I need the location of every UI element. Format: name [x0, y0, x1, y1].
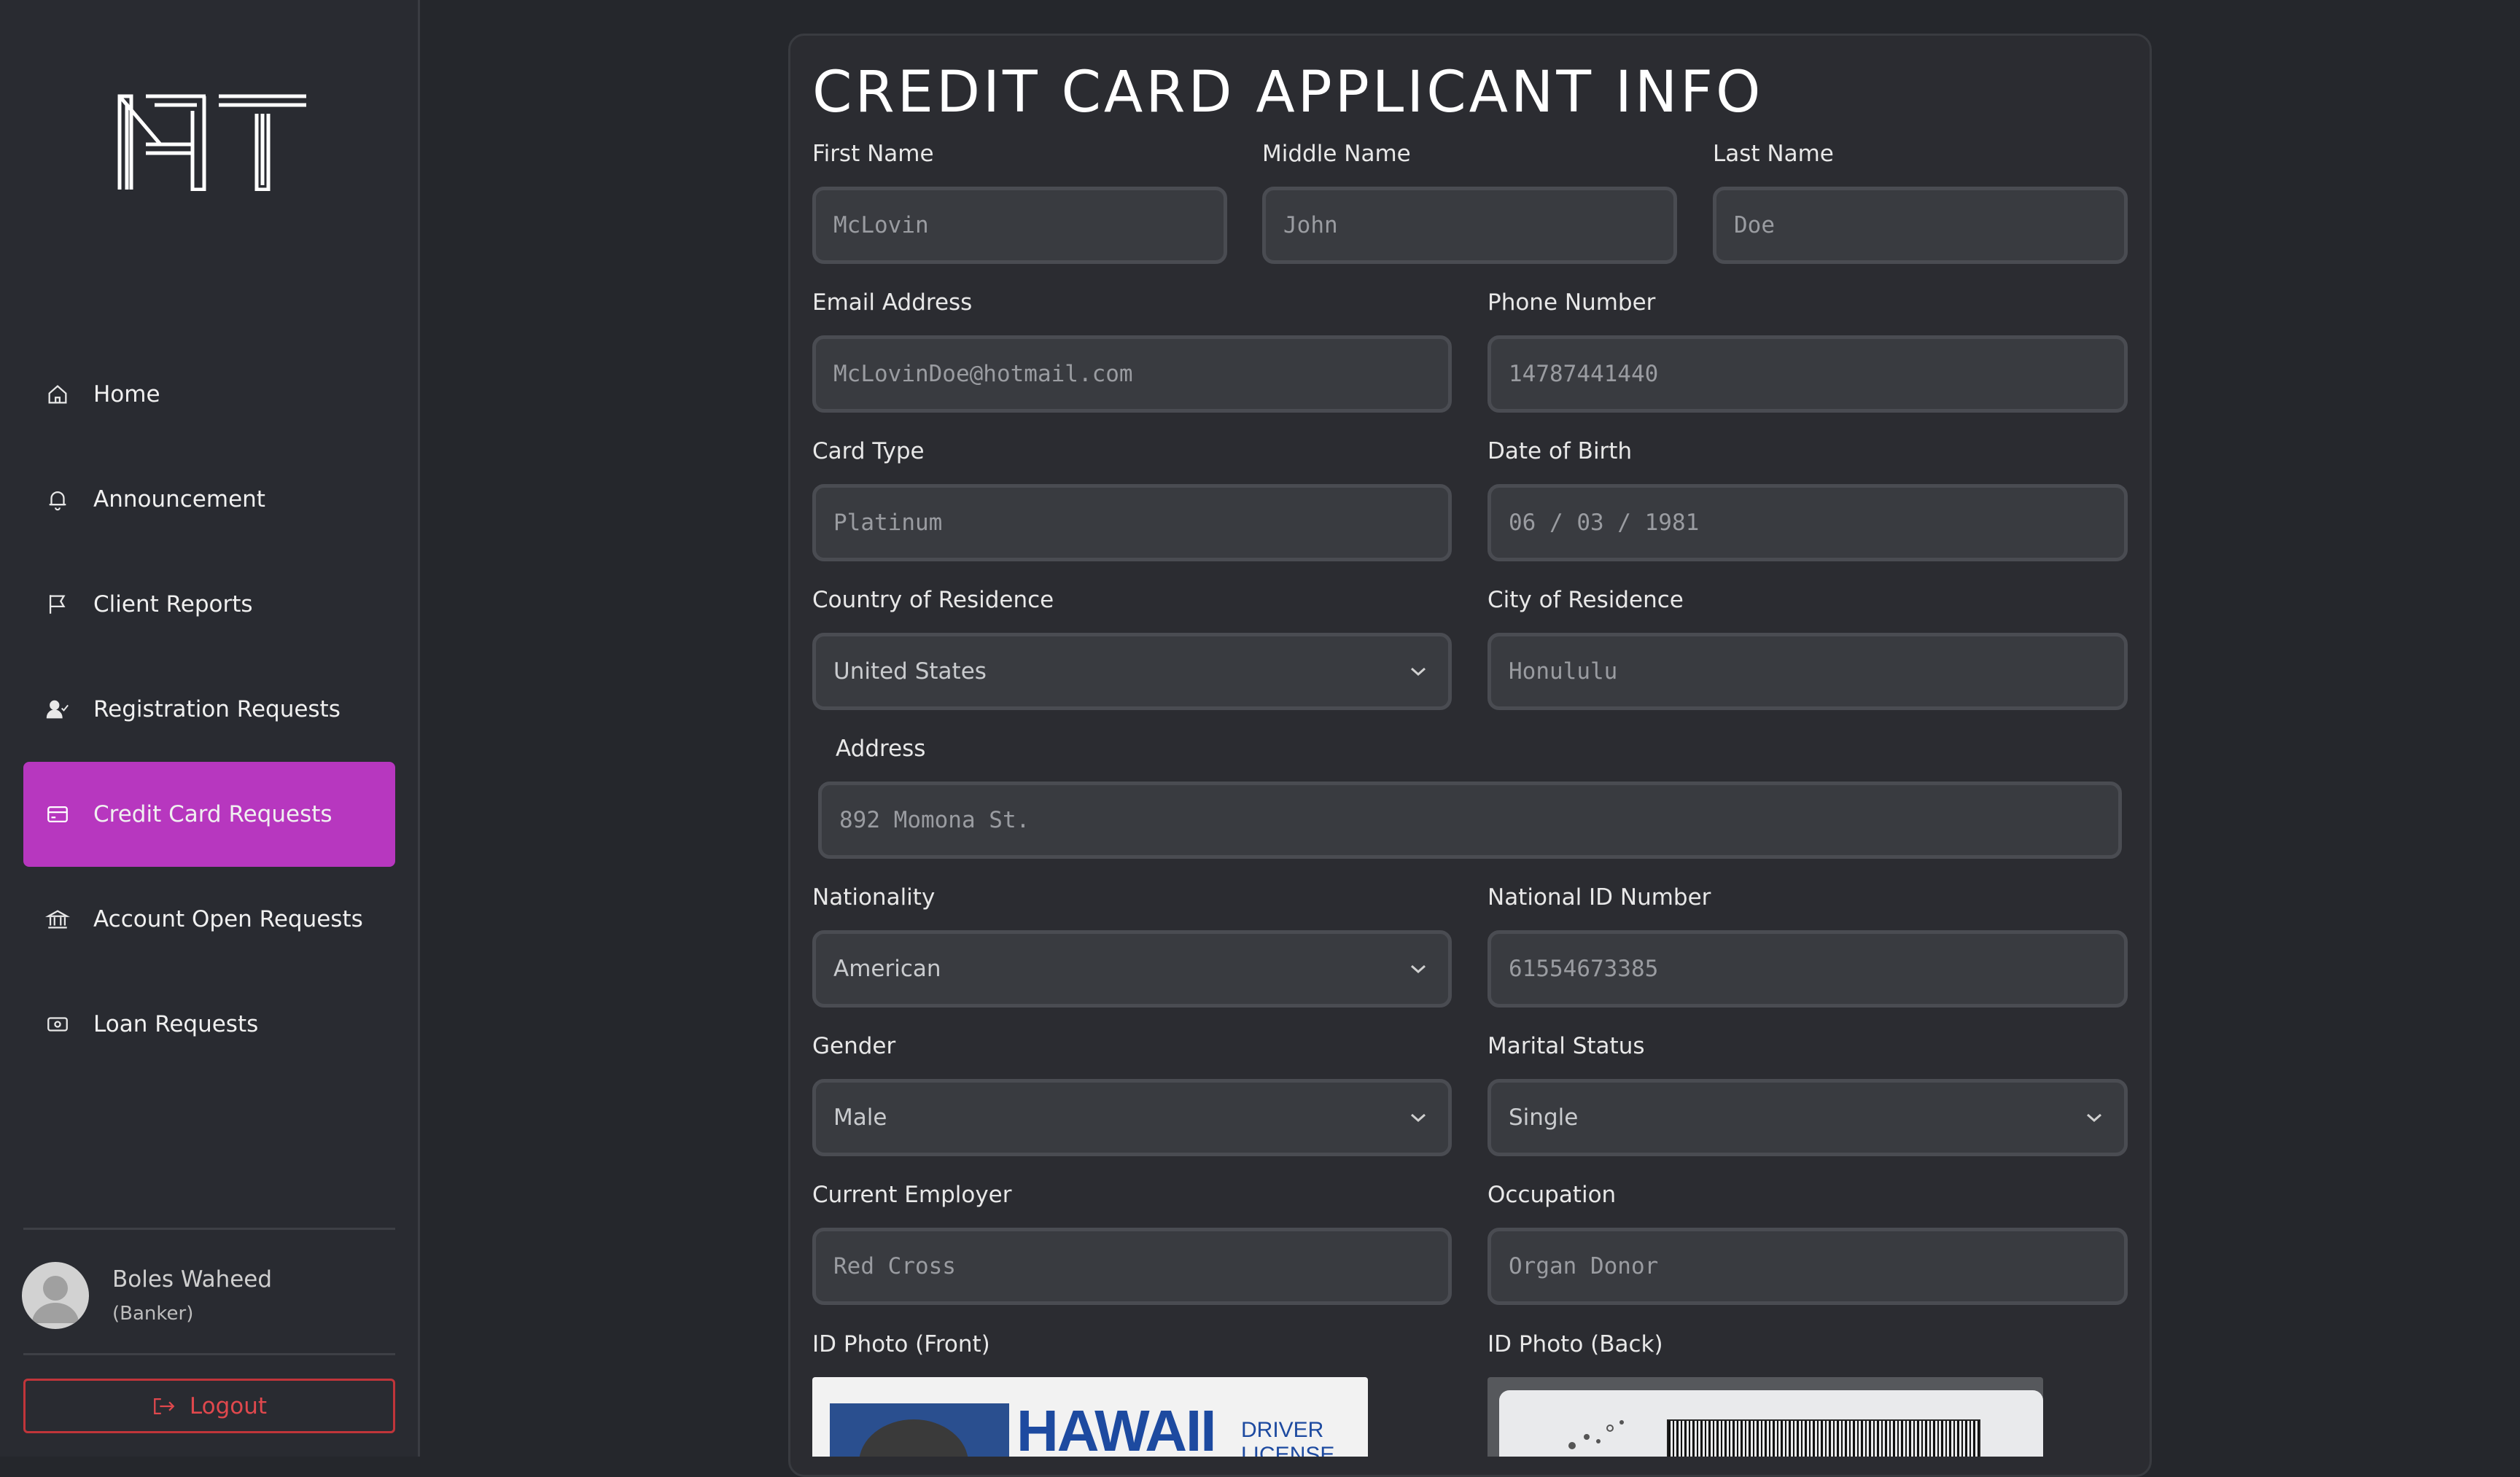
last-name-label: Last Name — [1713, 141, 1834, 167]
logout-icon — [154, 1398, 175, 1414]
email-label: Email Address — [812, 289, 973, 316]
nav-announcement[interactable]: Announcement — [23, 447, 395, 552]
last-name-input[interactable]: Doe — [1713, 187, 2128, 264]
phone-input[interactable]: 14787441440 — [1488, 335, 2128, 413]
user-role: (Banker) — [112, 1303, 194, 1325]
id-front-state: HAWAII — [1016, 1398, 1216, 1457]
nav-registration-requests[interactable]: Registration Requests — [23, 657, 395, 762]
middle-name-label: Middle Name — [1262, 141, 1411, 167]
page-title: CREDIT CARD APPLICANT INFO — [812, 60, 1764, 125]
bank-icon — [45, 907, 70, 932]
email-input[interactable]: McLovinDoe@hotmail.com — [812, 335, 1452, 413]
id-back-label: ID Photo (Back) — [1488, 1331, 1663, 1357]
logout-button[interactable]: Logout — [23, 1379, 395, 1433]
logout-label: Logout — [189, 1392, 268, 1419]
nav-account-open-requests[interactable]: Account Open Requests — [23, 867, 395, 972]
nav-home[interactable]: Home — [23, 342, 395, 447]
middle-name-input[interactable]: John — [1262, 187, 1677, 264]
nav-client-reports[interactable]: Client Reports — [23, 552, 395, 657]
dob-input[interactable]: 06 / 03 / 1981 — [1488, 484, 2128, 561]
id-front-label: ID Photo (Front) — [812, 1331, 990, 1357]
user-icon — [32, 1276, 79, 1323]
nationality-label: Nationality — [812, 884, 936, 911]
national-id-label: National ID Number — [1488, 884, 1711, 911]
country-value: United States — [833, 658, 987, 685]
card-type-input[interactable]: Platinum — [812, 484, 1452, 561]
user-name: Boles Waheed — [112, 1266, 273, 1293]
dob-label: Date of Birth — [1488, 438, 1633, 464]
gender-value: Male — [833, 1104, 887, 1131]
nationality-value: American — [833, 956, 941, 982]
nav-announcement-label: Announcement — [93, 486, 265, 513]
chevron-down-icon — [1411, 1113, 1426, 1123]
chevron-down-icon — [2087, 1113, 2101, 1123]
divider — [23, 1228, 395, 1230]
nav-loan-requests[interactable]: Loan Requests — [23, 972, 395, 1077]
bell-icon — [45, 487, 70, 512]
gender-label: Gender — [812, 1033, 896, 1059]
divider — [23, 1353, 395, 1355]
id-front-driver: DRIVER — [1241, 1418, 1324, 1442]
user-check-icon — [45, 697, 70, 722]
marital-status-select[interactable]: Single — [1488, 1079, 2128, 1156]
cash-icon — [45, 1012, 70, 1037]
nav-home-label: Home — [93, 381, 160, 408]
home-icon — [45, 382, 70, 407]
first-name-input[interactable]: McLovin — [812, 187, 1227, 264]
chevron-down-icon — [1411, 667, 1426, 677]
nav-client-reports-label: Client Reports — [93, 591, 253, 617]
id-photo-front[interactable]: HAWAII DRIVER LICENSE — [812, 1377, 1368, 1457]
nav-registration-requests-label: Registration Requests — [93, 696, 341, 722]
nationality-select[interactable]: American — [812, 930, 1452, 1008]
flag-icon — [45, 592, 70, 617]
credit-card-icon — [45, 802, 70, 827]
first-name-label: First Name — [812, 141, 934, 167]
nav-credit-card-requests-label: Credit Card Requests — [93, 801, 332, 827]
gender-select[interactable]: Male — [812, 1079, 1452, 1156]
id-photo-back[interactable] — [1488, 1377, 2043, 1457]
employer-input[interactable]: Red Cross — [812, 1228, 1452, 1305]
id-back-card — [1499, 1390, 2043, 1457]
marital-status-label: Marital Status — [1488, 1033, 1645, 1059]
nav-loan-requests-label: Loan Requests — [93, 1011, 259, 1037]
nav-credit-card-requests[interactable]: Credit Card Requests — [23, 762, 395, 867]
nav-account-open-requests-label: Account Open Requests — [93, 906, 363, 932]
city-input[interactable]: Honululu — [1488, 633, 2128, 710]
occupation-input[interactable]: Organ Donor — [1488, 1228, 2128, 1305]
address-input[interactable]: 892 Momona St. — [818, 782, 2122, 859]
avatar — [22, 1262, 89, 1329]
national-id-input[interactable]: 61554673385 — [1488, 930, 2128, 1008]
id-front-license: LICENSE — [1241, 1443, 1335, 1457]
marital-status-value: Single — [1509, 1104, 1579, 1131]
barcode — [1667, 1419, 1980, 1457]
occupation-label: Occupation — [1488, 1182, 1617, 1208]
country-label: Country of Residence — [812, 587, 1054, 613]
city-label: City of Residence — [1488, 587, 1684, 613]
card-type-label: Card Type — [812, 438, 925, 464]
phone-label: Phone Number — [1488, 289, 1656, 316]
chevron-down-icon — [1411, 964, 1426, 974]
employer-label: Current Employer — [812, 1182, 1012, 1208]
sidebar: Home Announcement Client Reports Registr… — [0, 0, 420, 1457]
country-select[interactable]: United States — [812, 633, 1452, 710]
address-label: Address — [836, 736, 926, 762]
islands-icon — [1568, 1420, 1624, 1449]
id-front-portrait — [830, 1403, 1009, 1457]
logo-icon — [117, 94, 306, 191]
